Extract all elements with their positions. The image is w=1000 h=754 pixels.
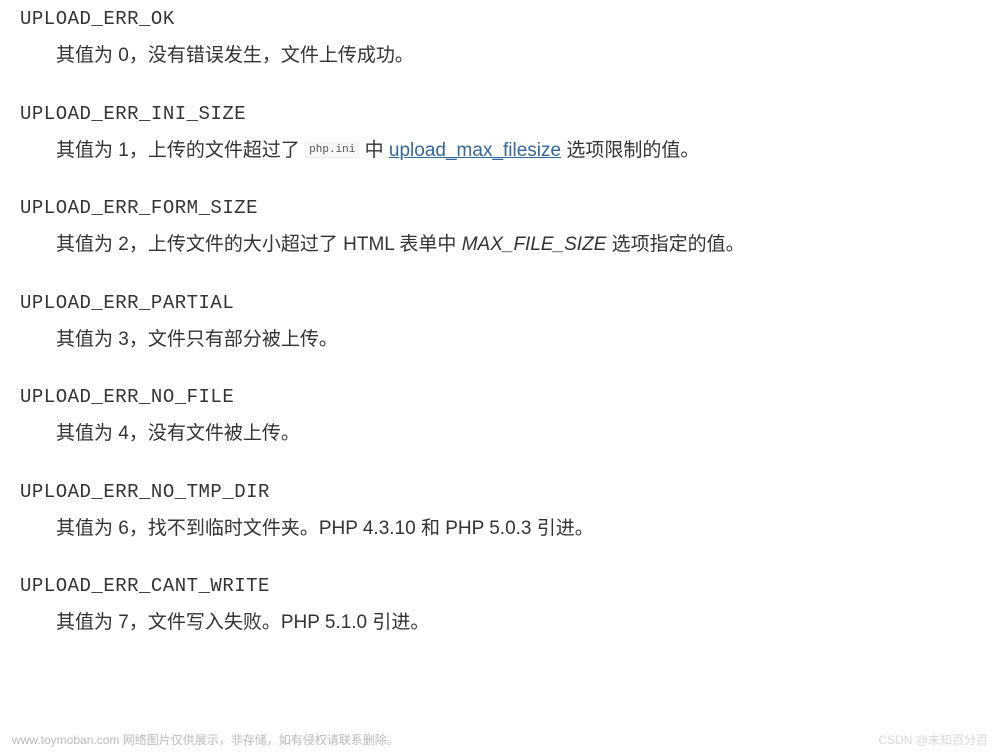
constant-description: 其值为 6，找不到临时文件夹。PHP 4.3.10 和 PHP 5.0.3 引进… [56,515,980,544]
error-entry: UPLOAD_ERR_NO_TMP_DIR 其值为 6，找不到临时文件夹。PHP … [20,481,980,544]
error-entry: UPLOAD_ERR_OK 其值为 0，没有错误发生，文件上传成功。 [20,8,980,71]
italic-text: MAX_FILE_SIZE [462,234,607,255]
doc-link[interactable]: upload_max_filesize [389,140,561,161]
description-text: 选项指定的值。 [606,234,744,255]
description-text: 其值为 4，没有文件被上传。 [56,423,300,444]
description-text: 其值为 3，文件只有部分被上传。 [56,329,338,350]
footer-left-text: www.toymoban.com 网络图片仅供展示，非存储，如有侵权请联系删除。 [12,731,399,748]
constant-description: 其值为 0，没有错误发生，文件上传成功。 [56,42,980,71]
description-text: 选项限制的值。 [561,140,699,161]
description-text: 其值为 2，上传文件的大小超过了 HTML 表单中 [56,234,462,255]
description-text: 其值为 7，文件写入失败。PHP 5.1.0 引进。 [56,612,429,633]
constant-name: UPLOAD_ERR_PARTIAL [20,292,980,314]
constant-description: 其值为 1，上传的文件超过了 php.ini 中 upload_max_file… [56,137,980,166]
constant-name: UPLOAD_ERR_OK [20,8,980,30]
error-entry: UPLOAD_ERR_CANT_WRITE 其值为 7，文件写入失败。PHP 5.… [20,575,980,638]
constant-description: 其值为 3，文件只有部分被上传。 [56,326,980,355]
constant-description: 其值为 4，没有文件被上传。 [56,420,980,449]
error-entry: UPLOAD_ERR_INI_SIZE 其值为 1，上传的文件超过了 php.in… [20,103,980,166]
description-text: 中 [359,140,389,161]
footer-right-text: CSDN @未知百分百 [878,731,988,748]
constant-name: UPLOAD_ERR_NO_FILE [20,386,980,408]
constant-name: UPLOAD_ERR_CANT_WRITE [20,575,980,597]
constant-name: UPLOAD_ERR_INI_SIZE [20,103,980,125]
constant-name: UPLOAD_ERR_NO_TMP_DIR [20,481,980,503]
constant-name: UPLOAD_ERR_FORM_SIZE [20,197,980,219]
error-entry: UPLOAD_ERR_PARTIAL 其值为 3，文件只有部分被上传。 [20,292,980,355]
error-entry: UPLOAD_ERR_FORM_SIZE 其值为 2，上传文件的大小超过了 HTM… [20,197,980,260]
error-code-list: UPLOAD_ERR_OK其值为 0，没有错误发生，文件上传成功。UPLOAD_… [20,8,980,638]
error-entry: UPLOAD_ERR_NO_FILE 其值为 4，没有文件被上传。 [20,386,980,449]
constant-description: 其值为 2，上传文件的大小超过了 HTML 表单中 MAX_FILE_SIZE … [56,231,980,260]
inline-code: php.ini [305,142,359,158]
description-text: 其值为 1，上传的文件超过了 [56,140,305,161]
description-text: 其值为 6，找不到临时文件夹。PHP 4.3.10 和 PHP 5.0.3 引进… [56,518,594,539]
description-text: 其值为 0，没有错误发生，文件上传成功。 [56,45,414,66]
constant-description: 其值为 7，文件写入失败。PHP 5.1.0 引进。 [56,609,980,638]
